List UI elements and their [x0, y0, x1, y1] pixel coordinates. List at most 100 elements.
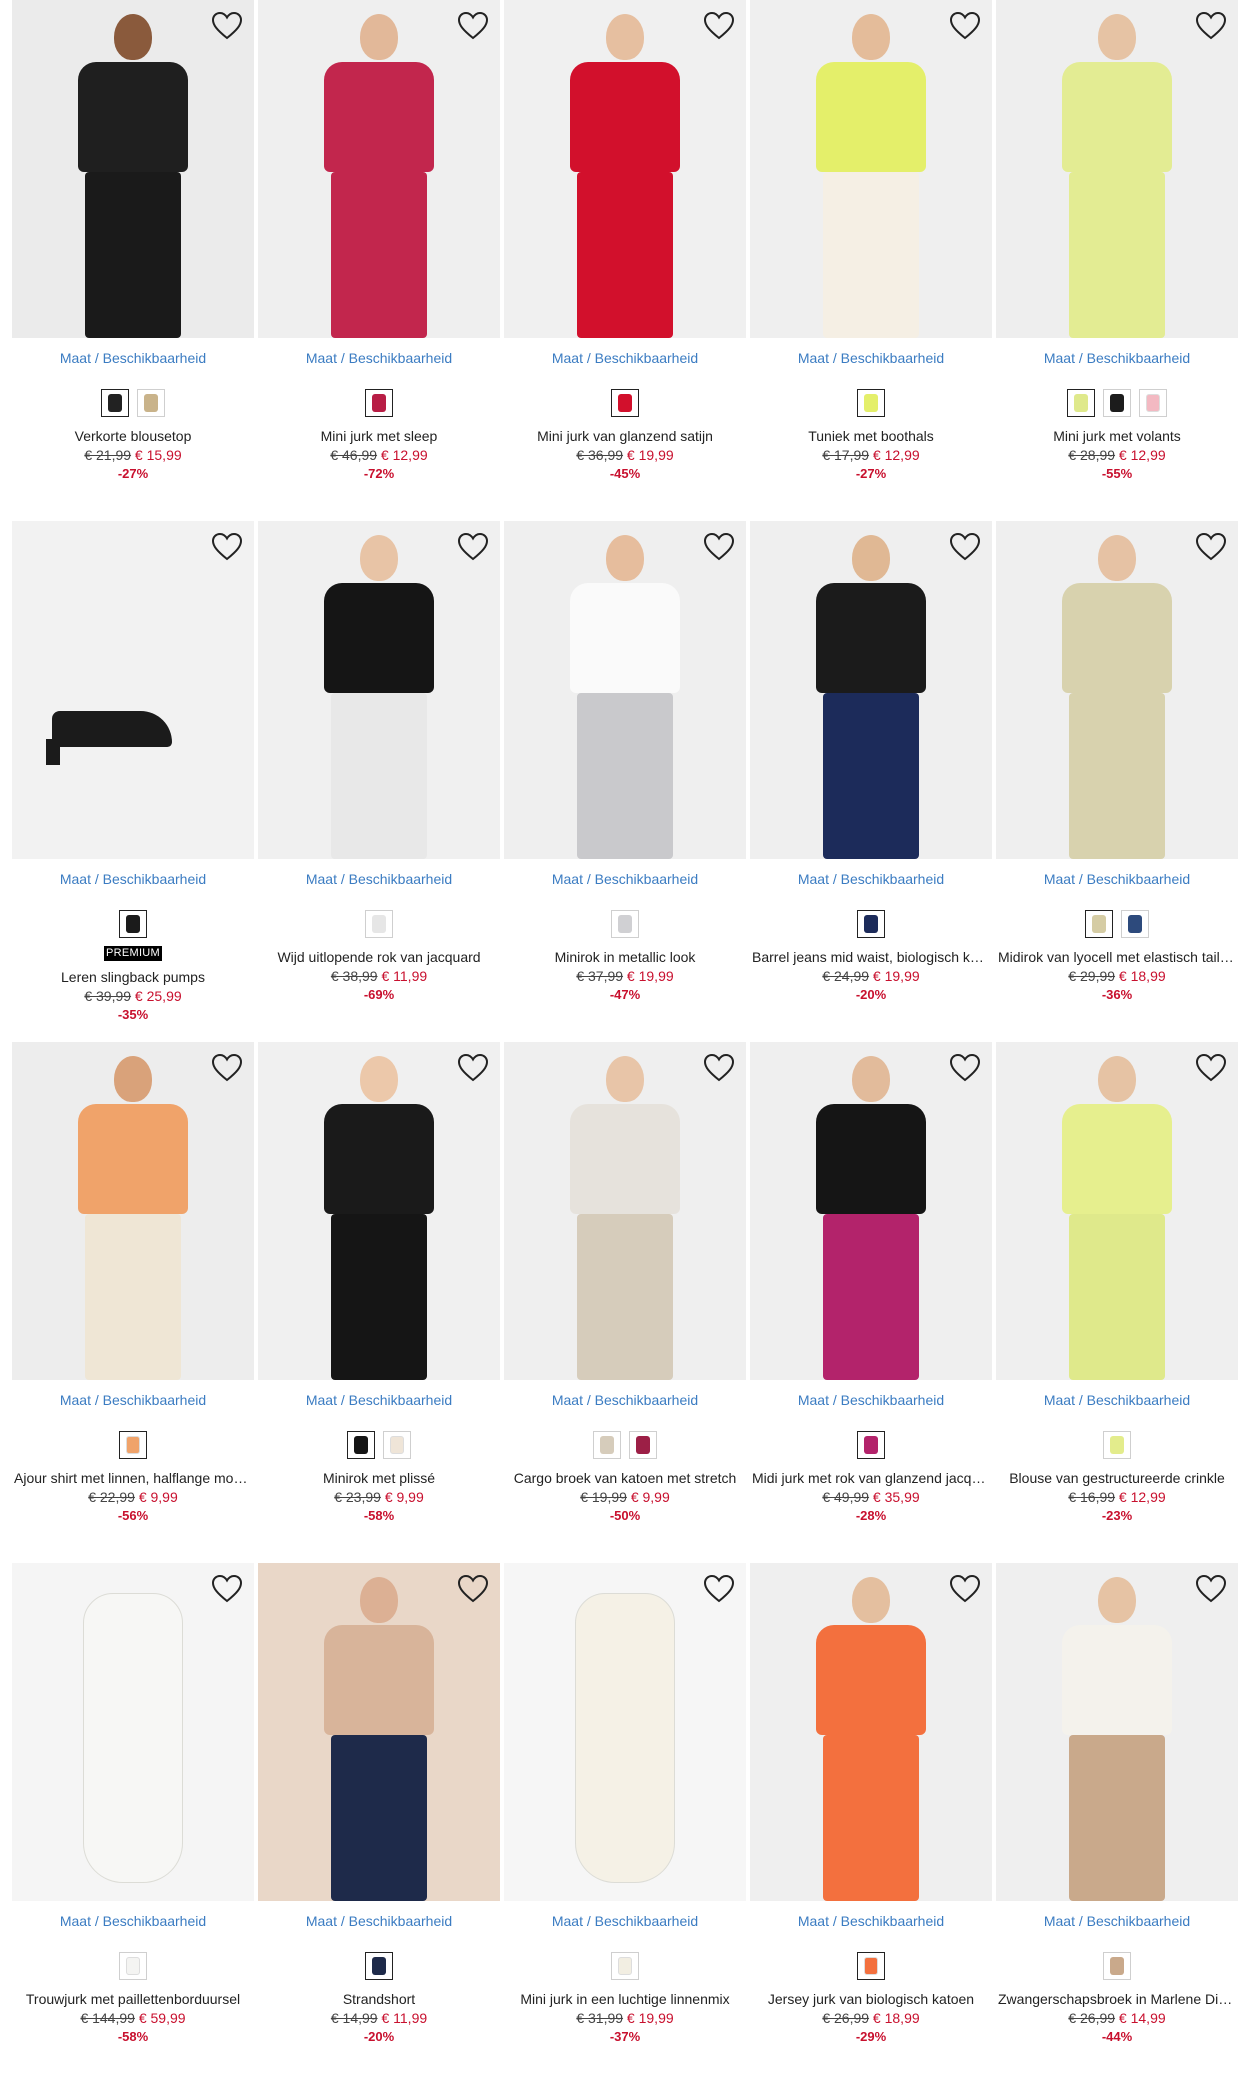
size-availability-link[interactable]: Maat / Beschikbaarheid — [504, 1913, 746, 1931]
product-name[interactable]: Barrel jeans mid waist, biologisch katoe… — [750, 949, 992, 965]
color-swatch[interactable] — [1103, 389, 1131, 417]
color-swatch[interactable] — [1103, 1431, 1131, 1459]
wishlist-heart-icon[interactable] — [210, 1573, 244, 1605]
color-swatch[interactable] — [1139, 389, 1167, 417]
product-image[interactable] — [996, 1042, 1238, 1380]
product-name[interactable]: Jersey jurk van biologisch katoen — [750, 1991, 992, 2007]
product-image[interactable] — [12, 0, 254, 338]
size-availability-link[interactable]: Maat / Beschikbaarheid — [750, 871, 992, 889]
color-swatch[interactable] — [119, 1952, 147, 1980]
color-swatch[interactable] — [611, 1952, 639, 1980]
product-card[interactable]: Maat / Beschikbaarheid Trouwjurk met pail… — [12, 1563, 254, 2084]
size-availability-link[interactable]: Maat / Beschikbaarheid — [258, 1392, 500, 1410]
color-swatch[interactable] — [857, 910, 885, 938]
color-swatch[interactable] — [1103, 1952, 1131, 1980]
product-image[interactable] — [12, 521, 254, 859]
wishlist-heart-icon[interactable] — [702, 10, 736, 42]
size-availability-link[interactable]: Maat / Beschikbaarheid — [750, 1392, 992, 1410]
product-image[interactable] — [504, 1042, 746, 1380]
product-card[interactable]: Maat / Beschikbaarheid Mini jurk met vola… — [996, 0, 1238, 521]
product-card[interactable]: Maat / Beschikbaarheid Cargo broek van ka… — [504, 1042, 746, 1563]
product-card[interactable]: Maat / Beschikbaarheid Blouse van gestruc… — [996, 1042, 1238, 1563]
color-swatch[interactable] — [101, 389, 129, 417]
wishlist-heart-icon[interactable] — [702, 1573, 736, 1605]
wishlist-heart-icon[interactable] — [210, 10, 244, 42]
product-image[interactable] — [996, 521, 1238, 859]
product-image[interactable] — [258, 1563, 500, 1901]
product-card[interactable]: Maat / Beschikbaarheid Verkorte blousetop… — [12, 0, 254, 521]
color-swatch[interactable] — [383, 1431, 411, 1459]
product-name[interactable]: Minirok in metallic look — [504, 949, 746, 965]
product-name[interactable]: Mini jurk met sleep — [258, 428, 500, 444]
wishlist-heart-icon[interactable] — [456, 531, 490, 563]
size-availability-link[interactable]: Maat / Beschikbaarheid — [996, 1392, 1238, 1410]
product-image[interactable] — [258, 521, 500, 859]
color-swatch[interactable] — [611, 910, 639, 938]
size-availability-link[interactable]: Maat / Beschikbaarheid — [996, 1913, 1238, 1931]
color-swatch[interactable] — [629, 1431, 657, 1459]
product-card[interactable]: Maat / Beschikbaarheid Midi jurk met rok … — [750, 1042, 992, 1563]
product-card[interactable]: Maat / Beschikbaarheid Strandshort € 14,99… — [258, 1563, 500, 2084]
size-availability-link[interactable]: Maat / Beschikbaarheid — [750, 350, 992, 368]
color-swatch[interactable] — [137, 389, 165, 417]
product-image[interactable] — [258, 1042, 500, 1380]
size-availability-link[interactable]: Maat / Beschikbaarheid — [12, 350, 254, 368]
product-card[interactable]: Maat / Beschikbaarheid Mini jurk van glan… — [504, 0, 746, 521]
size-availability-link[interactable]: Maat / Beschikbaarheid — [258, 871, 500, 889]
product-card[interactable]: Maat / Beschikbaarheid Wijd uitlopende ro… — [258, 521, 500, 1042]
product-image[interactable] — [750, 0, 992, 338]
wishlist-heart-icon[interactable] — [948, 10, 982, 42]
color-swatch[interactable] — [857, 389, 885, 417]
color-swatch[interactable] — [1067, 389, 1095, 417]
product-card[interactable]: Maat / Beschikbaarheid Tuniek met boothal… — [750, 0, 992, 521]
wishlist-heart-icon[interactable] — [456, 10, 490, 42]
wishlist-heart-icon[interactable] — [1194, 531, 1228, 563]
product-image[interactable] — [504, 0, 746, 338]
size-availability-link[interactable]: Maat / Beschikbaarheid — [996, 871, 1238, 889]
wishlist-heart-icon[interactable] — [948, 531, 982, 563]
product-card[interactable]: Maat / Beschikbaarheid Jersey jurk van bi… — [750, 1563, 992, 2084]
size-availability-link[interactable]: Maat / Beschikbaarheid — [12, 1913, 254, 1931]
wishlist-heart-icon[interactable] — [948, 1052, 982, 1084]
product-card[interactable]: Maat / Beschikbaarheid Midirok van lyocel… — [996, 521, 1238, 1042]
wishlist-heart-icon[interactable] — [456, 1573, 490, 1605]
product-card[interactable]: Maat / Beschikbaarheid Ajour shirt met li… — [12, 1042, 254, 1563]
color-swatch[interactable] — [611, 389, 639, 417]
product-image[interactable] — [504, 1563, 746, 1901]
wishlist-heart-icon[interactable] — [702, 531, 736, 563]
product-card[interactable]: Maat / Beschikbaarheid PREMIUM Leren sling… — [12, 521, 254, 1042]
product-image[interactable] — [996, 1563, 1238, 1901]
wishlist-heart-icon[interactable] — [1194, 10, 1228, 42]
product-name[interactable]: Wijd uitlopende rok van jacquard — [258, 949, 500, 965]
size-availability-link[interactable]: Maat / Beschikbaarheid — [504, 350, 746, 368]
product-name[interactable]: Mini jurk in een luchtige linnenmix — [504, 1991, 746, 2007]
size-availability-link[interactable]: Maat / Beschikbaarheid — [258, 350, 500, 368]
product-name[interactable]: Zwangerschapsbroek in Marlene Dietrich s… — [996, 1991, 1238, 2007]
product-card[interactable]: Maat / Beschikbaarheid Mini jurk met slee… — [258, 0, 500, 521]
wishlist-heart-icon[interactable] — [210, 1052, 244, 1084]
color-swatch[interactable] — [365, 910, 393, 938]
product-image[interactable] — [12, 1042, 254, 1380]
product-image[interactable] — [258, 0, 500, 338]
wishlist-heart-icon[interactable] — [1194, 1052, 1228, 1084]
product-image[interactable] — [750, 1563, 992, 1901]
wishlist-heart-icon[interactable] — [456, 1052, 490, 1084]
product-name[interactable]: Ajour shirt met linnen, halflange mouwen — [12, 1470, 254, 1486]
product-name[interactable]: Midirok van lyocell met elastisch taille… — [996, 949, 1238, 965]
product-name[interactable]: Trouwjurk met paillettenborduursel — [12, 1991, 254, 2007]
product-card[interactable]: Maat / Beschikbaarheid Minirok in metalli… — [504, 521, 746, 1042]
color-swatch[interactable] — [1085, 910, 1113, 938]
product-card[interactable]: Maat / Beschikbaarheid Mini jurk in een l… — [504, 1563, 746, 2084]
product-name[interactable]: Cargo broek van katoen met stretch — [504, 1470, 746, 1486]
wishlist-heart-icon[interactable] — [702, 1052, 736, 1084]
product-card[interactable]: Maat / Beschikbaarheid Zwangerschapsbroek… — [996, 1563, 1238, 2084]
color-swatch[interactable] — [365, 1952, 393, 1980]
product-name[interactable]: Minirok met plissé — [258, 1470, 500, 1486]
color-swatch[interactable] — [857, 1431, 885, 1459]
product-name[interactable]: Blouse van gestructureerde crinkle — [996, 1470, 1238, 1486]
size-availability-link[interactable]: Maat / Beschikbaarheid — [258, 1913, 500, 1931]
product-name[interactable]: Tuniek met boothals — [750, 428, 992, 444]
wishlist-heart-icon[interactable] — [948, 1573, 982, 1605]
product-name[interactable]: Strandshort — [258, 1991, 500, 2007]
color-swatch[interactable] — [347, 1431, 375, 1459]
